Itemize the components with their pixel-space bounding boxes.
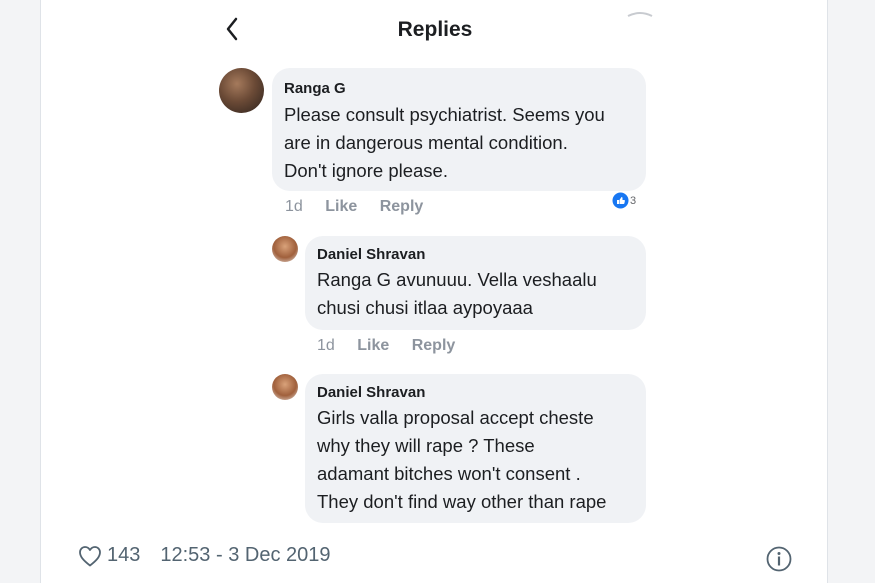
comment-text: Ranga G avunuuu. Vella veshaalu <box>317 269 597 290</box>
page-title: Replies <box>397 18 473 41</box>
comment-author[interactable]: Daniel Shravan <box>317 246 646 264</box>
reaction-count: 3 <box>630 194 637 207</box>
reply-button[interactable]: Reply <box>380 198 424 215</box>
corner-mark-icon <box>627 12 653 17</box>
like-reaction-icon <box>612 192 629 209</box>
comment-time: 1d <box>285 198 303 215</box>
reply-button[interactable]: Reply <box>412 337 456 354</box>
comment-text: chusi chusi itlaa aypoyaaa <box>317 297 533 318</box>
avatar[interactable] <box>272 236 298 262</box>
comment-text: Don't ignore please. <box>284 160 448 181</box>
comment-text: Please consult psychiatrist. Seems you <box>284 104 605 125</box>
comment-text: Girls valla proposal accept cheste <box>317 407 594 428</box>
info-icon[interactable] <box>766 546 792 572</box>
comment-text: They don't find way other than rape <box>317 491 607 512</box>
comment-bubble: Ranga G Please consult psychiatrist. See… <box>272 68 646 191</box>
like-button[interactable]: Like <box>325 198 357 215</box>
comment-author[interactable]: Ranga G <box>284 80 646 98</box>
comment-time: 1d <box>317 337 335 354</box>
like-button[interactable]: Like <box>357 337 389 354</box>
back-arrow-icon[interactable] <box>222 14 242 44</box>
tweet-timestamp[interactable]: 12:53 - 3 Dec 2019 <box>160 544 330 567</box>
comment-actions: 1d Like Reply <box>285 198 441 216</box>
avatar[interactable] <box>219 68 264 113</box>
like-count[interactable]: 143 <box>107 544 140 567</box>
avatar[interactable] <box>272 374 298 400</box>
reaction-badge[interactable]: 3 <box>612 192 636 209</box>
comment-author[interactable]: Daniel Shravan <box>317 384 646 402</box>
heart-icon[interactable] <box>78 545 102 567</box>
comment-bubble: Daniel Shravan Girls valla proposal acce… <box>305 374 646 523</box>
comment-text: adamant bitches won't consent . <box>317 463 581 484</box>
comment-text: are in dangerous mental condition. <box>284 132 568 153</box>
comment-actions: 1d Like Reply <box>317 337 473 355</box>
comment-bubble: Daniel Shravan Ranga G avunuuu. Vella ve… <box>305 236 646 330</box>
comment-text: why they will rape ? These <box>317 435 535 456</box>
tweet-footer: 143 12:53 - 3 Dec 2019 <box>78 544 331 567</box>
